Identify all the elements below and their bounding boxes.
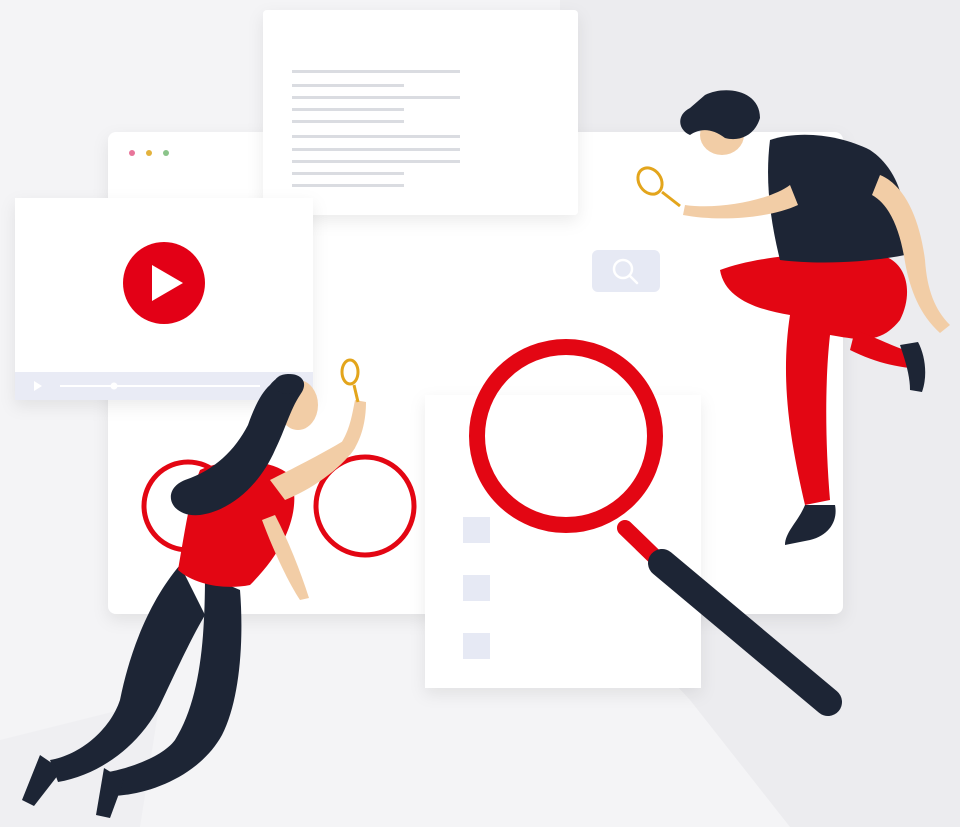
play-icon [123, 242, 205, 324]
checkbox-icon [463, 517, 490, 543]
window-dot-icon [163, 150, 169, 156]
checkbox-icon [463, 575, 490, 601]
window-dot-icon [129, 150, 135, 156]
illustration-stage [0, 0, 960, 827]
window-dot-icon [146, 150, 152, 156]
search-bar [592, 250, 660, 292]
search-illustration [0, 0, 960, 827]
document-card [263, 10, 578, 215]
checkbox-icon [463, 633, 490, 659]
video-player-card [15, 198, 313, 400]
